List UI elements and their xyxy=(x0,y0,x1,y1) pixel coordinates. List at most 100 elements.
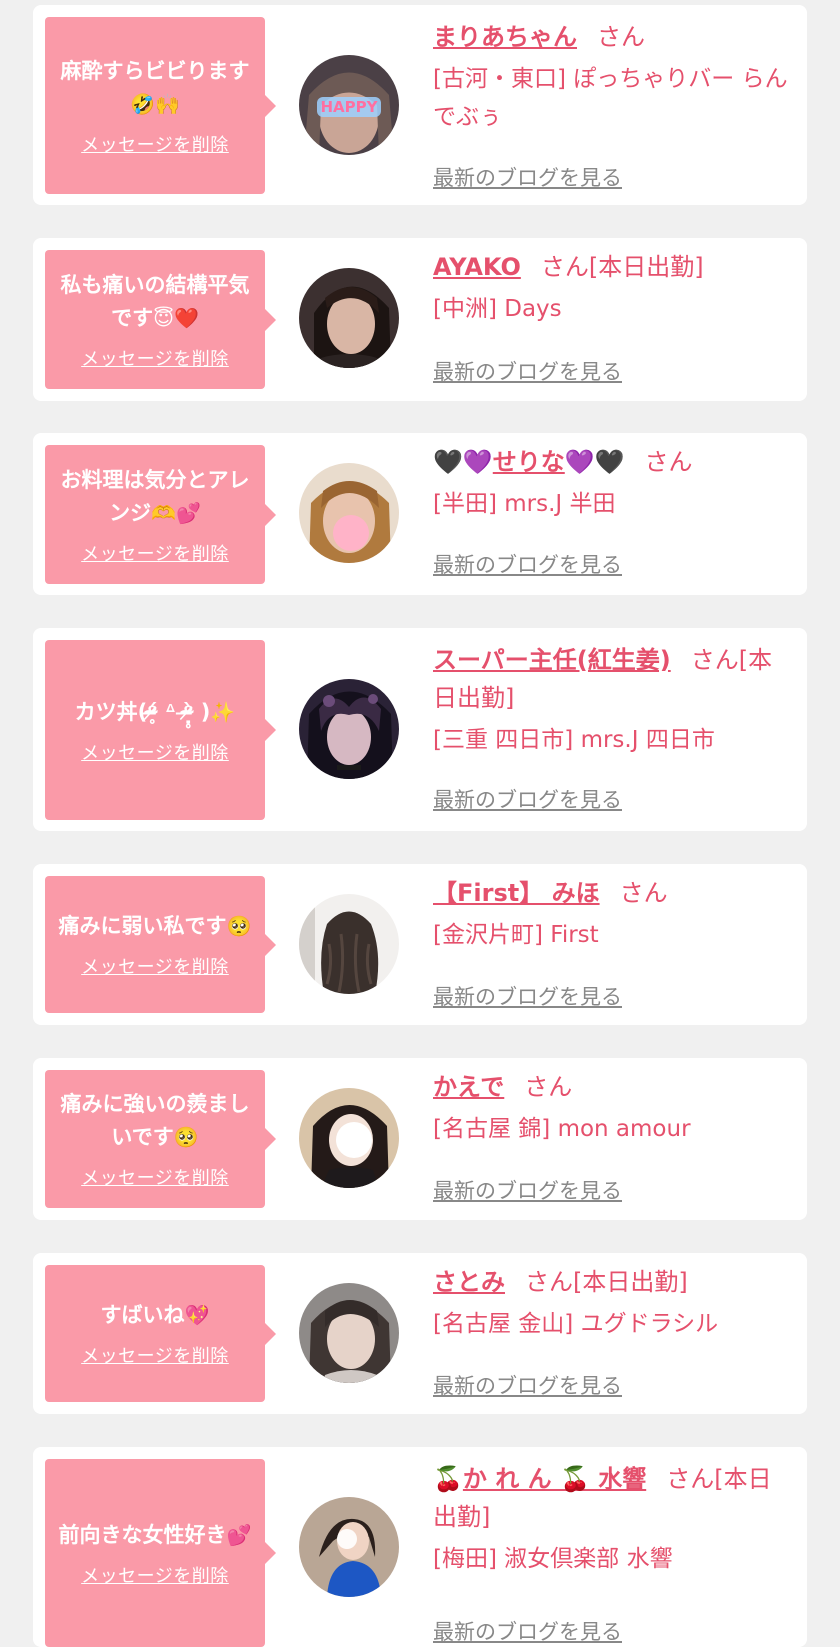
avatar[interactable] xyxy=(299,894,399,994)
girl-info: スーパー主任(紅生姜) さん[本日出勤] [三重 四日市] mrs.J 四日市 xyxy=(433,641,793,759)
shop-label: [梅田] 淑女倶楽部 水響 xyxy=(433,1546,673,1572)
avatar-image xyxy=(299,463,399,563)
latest-blog-link[interactable]: 最新のブログを見る xyxy=(433,1370,622,1400)
avatar[interactable] xyxy=(299,679,399,779)
latest-blog-link[interactable]: 最新のブログを見る xyxy=(433,162,622,192)
list-item: 前向きな女性好き💕 メッセージを削除 🍒か れ ん 🍒 水響 さん[本日出勤] [… xyxy=(33,1447,807,1647)
avatar-image xyxy=(299,1497,399,1597)
message-bubble: 痛みに弱い私です🥺 メッセージを削除 xyxy=(45,876,276,1013)
honorific: さん xyxy=(524,1073,573,1101)
latest-blog-link[interactable]: 最新のブログを見る xyxy=(433,1175,622,1205)
emoji: 💕 xyxy=(226,1522,252,1547)
message-bubble: 私も痛いの結構平気です😇❤️ メッセージを削除 xyxy=(45,250,276,389)
girl-name-link[interactable]: さとみ xyxy=(433,1268,505,1296)
latest-blog-link[interactable]: 最新のブログを見る xyxy=(433,549,622,579)
avatar-image xyxy=(299,1088,399,1188)
name-prefix-emoji: 🍒 xyxy=(433,1465,463,1493)
name-line: さとみ さん[本日出勤] xyxy=(433,1263,793,1301)
latest-blog-link[interactable]: 最新のブログを見る xyxy=(433,981,622,1011)
name-line: スーパー主任(紅生姜) さん[本日出勤] xyxy=(433,641,793,717)
shop-label: [半田] mrs.J 半田 xyxy=(433,491,616,517)
girl-name-link[interactable]: 【First】 みほ xyxy=(433,879,600,907)
emoji: 🥺 xyxy=(226,914,252,938)
girl-info: 【First】 みほ さん [金沢片町] First xyxy=(433,874,793,954)
girl-info: まりあちゃん さん [古河・東口] ぽっちゃりバー らんでぶぅ xyxy=(433,18,793,136)
honorific: さん xyxy=(525,1268,573,1296)
delete-message-link[interactable]: メッセージを削除 xyxy=(81,1562,229,1588)
avatar-image xyxy=(299,679,399,779)
girl-name-link[interactable]: まりあちゃん xyxy=(433,23,577,51)
avatar[interactable] xyxy=(299,1088,399,1188)
list-item: 麻酔すらビビります🤣🙌 メッセージを削除 HAPPY まりあちゃん さん [古河・… xyxy=(33,5,807,205)
delete-message-link[interactable]: メッセージを削除 xyxy=(81,739,229,765)
message-text: 痛みに強いの羨ましいです🥺 xyxy=(60,1092,250,1149)
delete-message-link[interactable]: メッセージを削除 xyxy=(81,1164,229,1190)
avatar[interactable] xyxy=(299,463,399,563)
girl-info: AYAKO さん[本日出勤] [中洲] Days xyxy=(433,248,793,328)
avatar-image xyxy=(299,1283,399,1383)
message-text: カツ丼(ᵒ̴̶̷̥́ ᐞ ᵒ̴̶̷̣̥̀ )✨ xyxy=(74,699,236,724)
girl-info: さとみ さん[本日出勤] [名古屋 金山] ユグドラシル xyxy=(433,1263,793,1343)
delete-message-link[interactable]: メッセージを削除 xyxy=(81,1342,229,1368)
avatar-image: HAPPY xyxy=(299,55,399,155)
honorific: さん xyxy=(666,1465,715,1493)
message-bubble: 痛みに強いの羨ましいです🥺 メッセージを削除 xyxy=(45,1070,276,1208)
name-suffix-emoji: 💜🖤 xyxy=(564,448,625,476)
message-text: すばいね💖 xyxy=(100,1303,210,1327)
girl-name-link[interactable]: かえで xyxy=(433,1073,504,1101)
avatar[interactable] xyxy=(299,1497,399,1597)
svg-text:HAPPY: HAPPY xyxy=(320,98,378,116)
delete-message-link[interactable]: メッセージを削除 xyxy=(81,953,229,979)
name-line: まりあちゃん さん xyxy=(433,18,793,56)
delete-message-link[interactable]: メッセージを削除 xyxy=(81,345,229,371)
girl-name-link[interactable]: AYAKO xyxy=(433,253,521,281)
girl-info: 🍒か れ ん 🍒 水響 さん[本日出勤] [梅田] 淑女倶楽部 水響 xyxy=(433,1460,793,1578)
message-bubble: お料理は気分とアレンジ🫶💕 メッセージを削除 xyxy=(45,445,276,584)
delete-message-link[interactable]: メッセージを削除 xyxy=(81,540,229,566)
emoji: 🥺 xyxy=(173,1125,199,1149)
girl-name-link[interactable]: せりな xyxy=(493,448,565,476)
girl-name-link[interactable]: か れ ん 🍒 水響 xyxy=(463,1465,646,1493)
avatar[interactable] xyxy=(299,1283,399,1383)
message-text: 前向きな女性好き💕 xyxy=(58,1522,252,1547)
latest-blog-link[interactable]: 最新のブログを見る xyxy=(433,784,622,814)
avatar[interactable]: HAPPY xyxy=(299,55,399,155)
list-item: お料理は気分とアレンジ🫶💕 メッセージを削除 🖤💜せりな💜🖤 さん [半田] mr… xyxy=(33,433,807,595)
list-item: 私も痛いの結構平気です😇❤️ メッセージを削除 AYAKO さん[本日出勤] [中… xyxy=(33,238,807,401)
girl-name-link[interactable]: スーパー主任(紅生姜) xyxy=(433,646,671,674)
honorific: さん xyxy=(540,253,589,281)
name-line: かえで さん xyxy=(433,1068,793,1106)
name-line: AYAKO さん[本日出勤] xyxy=(433,248,793,286)
list-item: 痛みに弱い私です🥺 メッセージを削除 【First】 みほ さん [金沢片町] F… xyxy=(33,864,807,1025)
emoji: 😇❤️ xyxy=(153,305,199,330)
latest-blog-link[interactable]: 最新のブログを見る xyxy=(433,1616,622,1646)
message-bubble: 前向きな女性好き💕 メッセージを削除 xyxy=(45,1459,276,1647)
latest-blog-link[interactable]: 最新のブログを見る xyxy=(433,356,622,386)
name-line: 🍒か れ ん 🍒 水響 さん[本日出勤] xyxy=(433,1460,793,1536)
emoji: 🤣🙌 xyxy=(130,91,180,116)
name-line: 🖤💜せりな💜🖤 さん xyxy=(433,443,793,481)
honorific: さん xyxy=(690,646,739,674)
status-badge: [本日出勤] xyxy=(588,253,704,281)
honorific: さん xyxy=(597,23,645,51)
delete-message-link[interactable]: メッセージを削除 xyxy=(81,131,229,157)
message-bubble: カツ丼(ᵒ̴̶̷̥́ ᐞ ᵒ̴̶̷̣̥̀ )✨ メッセージを削除 xyxy=(45,640,276,820)
list-item: すばいね💖 メッセージを削除 さとみ さん[本日出勤] [名古屋 金山] ユグドラ… xyxy=(33,1253,807,1414)
list-item: カツ丼(ᵒ̴̶̷̥́ ᐞ ᵒ̴̶̷̣̥̀ )✨ メッセージを削除 スーパー主任(… xyxy=(33,628,807,831)
shop-label: [名古屋 錦] mon amour xyxy=(433,1116,691,1142)
shop-label: [金沢片町] First xyxy=(433,922,599,948)
shop-label: [三重 四日市] mrs.J 四日市 xyxy=(433,727,715,753)
list-item: 痛みに強いの羨ましいです🥺 メッセージを削除 かえで さん [名古屋 錦] mon… xyxy=(33,1058,807,1220)
honorific: さん xyxy=(644,448,693,476)
message-text: 麻酔すらビビります🤣🙌 xyxy=(60,58,250,116)
message-bubble: すばいね💖 メッセージを削除 xyxy=(45,1265,276,1402)
avatar-image xyxy=(299,894,399,994)
avatar[interactable] xyxy=(299,268,399,368)
girl-info: 🖤💜せりな💜🖤 さん [半田] mrs.J 半田 xyxy=(433,443,793,523)
girl-info: かえで さん [名古屋 錦] mon amour xyxy=(433,1068,793,1148)
emoji: 💖 xyxy=(184,1303,210,1327)
emoji: ✨ xyxy=(210,699,236,724)
shop-label: [古河・東口] ぽっちゃりバー らんでぶぅ xyxy=(433,66,788,130)
avatar-image xyxy=(299,268,399,368)
emoji: 🫶💕 xyxy=(151,500,201,525)
